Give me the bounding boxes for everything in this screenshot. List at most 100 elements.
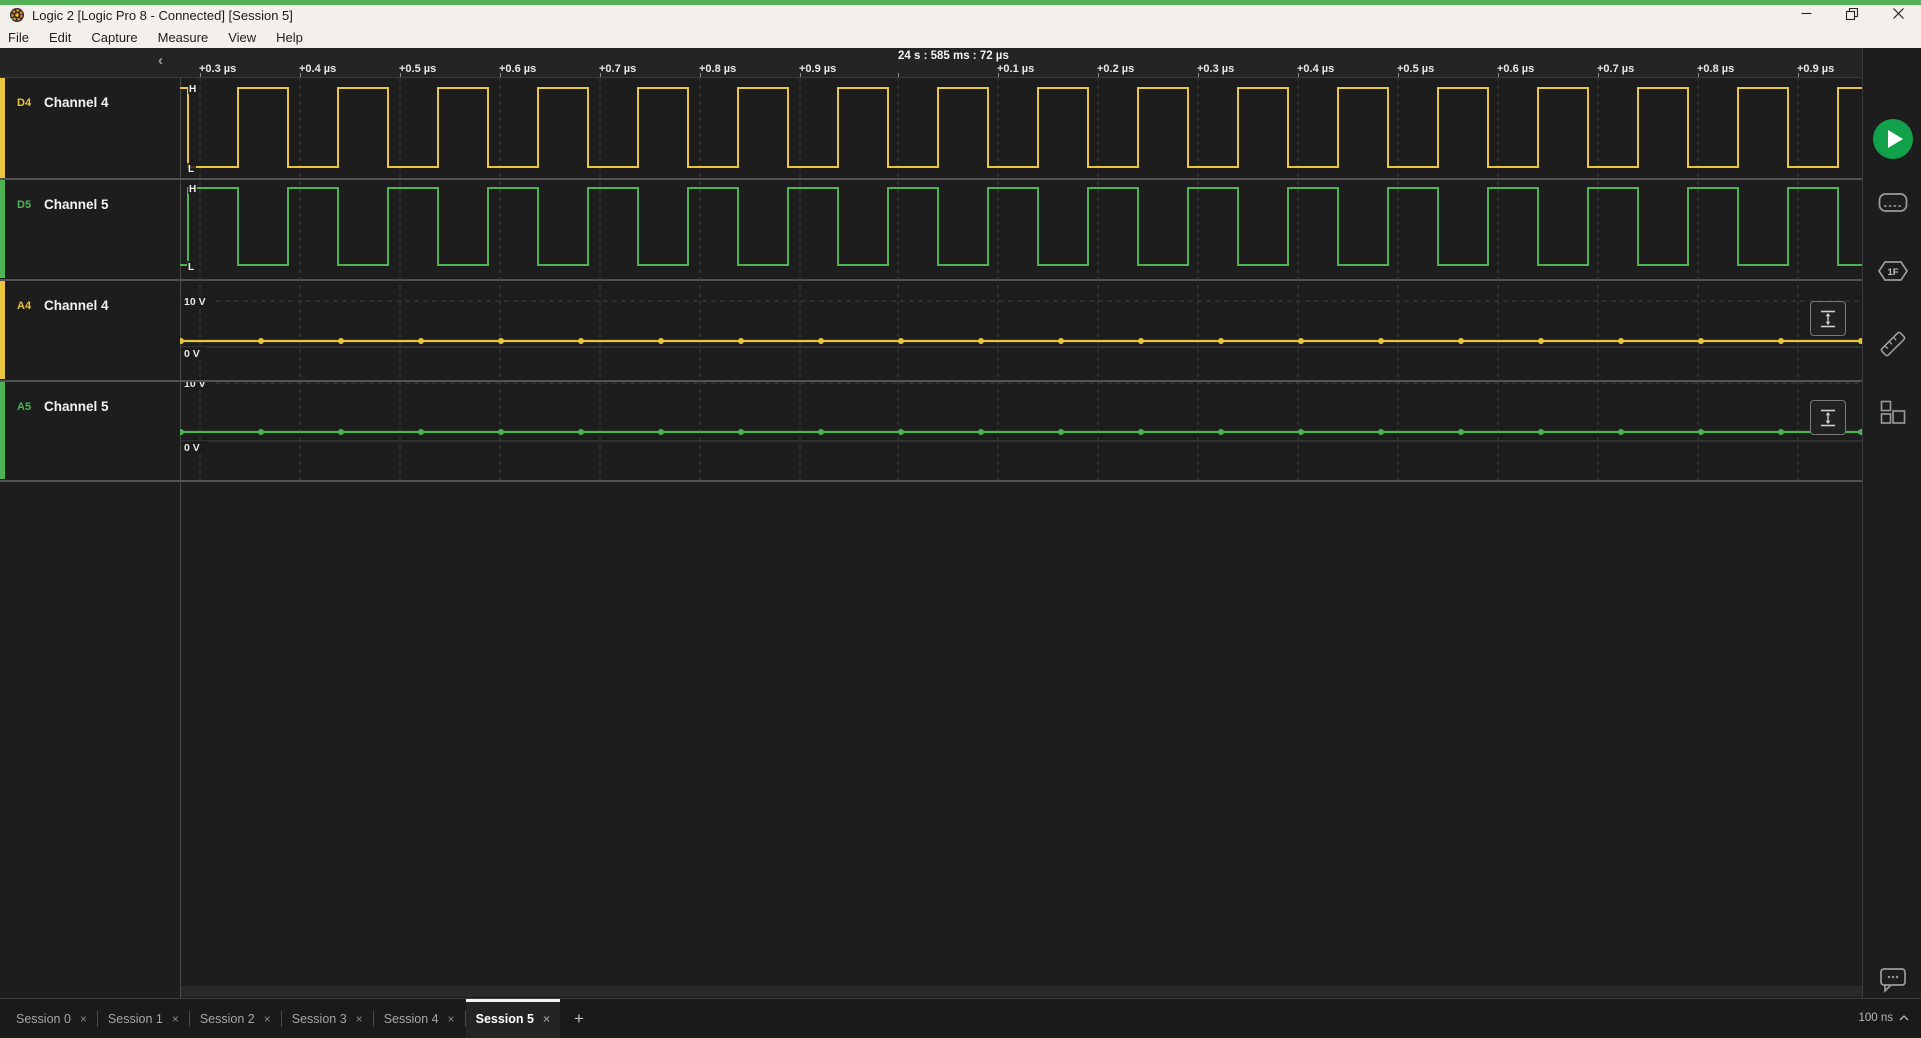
session-tab-1[interactable]: Session 1 × bbox=[98, 999, 189, 1038]
level-marker-label: H bbox=[189, 184, 196, 195]
channel-color-strip bbox=[0, 78, 5, 178]
session-tab-label: Session 5 bbox=[476, 1012, 534, 1026]
sample-point bbox=[578, 338, 584, 344]
menu-help[interactable]: Help bbox=[266, 27, 313, 48]
ruler-tick-label: +0.4 µs bbox=[1297, 63, 1334, 75]
start-capture-button[interactable] bbox=[1865, 118, 1921, 160]
close-session-icon[interactable]: × bbox=[356, 1012, 363, 1026]
sample-point bbox=[258, 338, 264, 344]
sample-point bbox=[1298, 429, 1304, 435]
sample-point bbox=[1618, 338, 1624, 344]
sample-point bbox=[1298, 338, 1304, 344]
channel-id-a4: A4 bbox=[17, 300, 31, 312]
sample-point bbox=[1218, 338, 1224, 344]
digital-trace-d5[interactable] bbox=[180, 188, 1862, 265]
analog-autoscale-button[interactable] bbox=[1810, 301, 1846, 336]
sample-point bbox=[498, 338, 504, 344]
session-tab-label: Session 4 bbox=[384, 1012, 439, 1026]
add-session-button[interactable]: + bbox=[560, 999, 598, 1038]
session-tab-label: Session 1 bbox=[108, 1012, 163, 1026]
sample-point bbox=[1698, 429, 1704, 435]
chevron-up-icon bbox=[1899, 1015, 1909, 1021]
sample-point bbox=[898, 429, 904, 435]
restore-button[interactable] bbox=[1829, 0, 1875, 27]
session-tab-0[interactable]: Session 0× bbox=[6, 999, 97, 1038]
session-tab-4[interactable]: Session 4 × bbox=[374, 999, 465, 1038]
sample-point bbox=[578, 429, 584, 435]
channel-name[interactable]: Channel 4 bbox=[44, 298, 109, 313]
menu-file[interactable]: File bbox=[0, 27, 39, 48]
close-session-icon[interactable]: × bbox=[264, 1012, 271, 1026]
horizontal-scrollbar[interactable] bbox=[181, 986, 1862, 997]
close-session-icon[interactable]: × bbox=[448, 1012, 455, 1026]
sample-point bbox=[658, 429, 664, 435]
window-title: Logic 2 [Logic Pro 8 - Connected] [Sessi… bbox=[32, 8, 293, 23]
ruler-tick-label: +0.5 µs bbox=[399, 63, 436, 75]
sample-point bbox=[818, 338, 824, 344]
sample-point bbox=[1138, 338, 1144, 344]
row-divider[interactable] bbox=[0, 279, 1862, 281]
sidebar-divider bbox=[1862, 48, 1863, 998]
device-settings-icon[interactable] bbox=[1865, 191, 1921, 215]
row-divider[interactable] bbox=[0, 380, 1862, 382]
digital-trace-d4[interactable] bbox=[180, 88, 1862, 167]
session-tab-label: Session 2 bbox=[200, 1012, 255, 1026]
sample-point bbox=[498, 429, 504, 435]
sample-point bbox=[898, 338, 904, 344]
sample-point bbox=[1378, 429, 1384, 435]
session-tab-5[interactable]: Session 5 × bbox=[466, 999, 560, 1038]
feedback-chat-icon[interactable] bbox=[1865, 967, 1921, 994]
channel-color-strip bbox=[0, 382, 5, 479]
close-session-icon[interactable]: × bbox=[172, 1012, 179, 1026]
row-divider[interactable] bbox=[0, 178, 1862, 180]
right-sidebar: 1F bbox=[1865, 48, 1921, 998]
ruler-tick-label: +0.8 µs bbox=[1697, 63, 1734, 75]
sample-point bbox=[1698, 338, 1704, 344]
sample-point bbox=[258, 429, 264, 435]
close-session-icon[interactable]: × bbox=[543, 1012, 550, 1026]
ruler-tick-label: +0.2 µs bbox=[1097, 63, 1134, 75]
measurements-ruler-icon[interactable] bbox=[1865, 329, 1921, 359]
timeline-ruler[interactable]: ‹ 24 s : 585 ms : 72 µs +0.3 µs+0.4 µs+0… bbox=[0, 48, 1862, 78]
absolute-time-label: 24 s : 585 ms : 72 µs bbox=[898, 50, 1009, 62]
minimize-button[interactable] bbox=[1783, 0, 1829, 27]
ruler-tick-label: +0.7 µs bbox=[599, 63, 636, 75]
autoscale-icon bbox=[1820, 409, 1836, 427]
close-button[interactable] bbox=[1875, 0, 1921, 27]
sample-point bbox=[1458, 338, 1464, 344]
row-divider[interactable] bbox=[0, 480, 1862, 482]
sample-point bbox=[1538, 429, 1544, 435]
channel-name[interactable]: Channel 5 bbox=[44, 197, 109, 212]
close-session-icon[interactable]: × bbox=[80, 1012, 87, 1026]
ruler-tick-label: +0.8 µs bbox=[699, 63, 736, 75]
trigger-settings-icon[interactable]: 1F bbox=[1865, 259, 1921, 283]
channel-name[interactable]: Channel 4 bbox=[44, 95, 109, 110]
sample-point bbox=[1538, 338, 1544, 344]
sample-point bbox=[738, 338, 744, 344]
sample-point bbox=[1458, 429, 1464, 435]
session-tab-3[interactable]: Session 3× bbox=[282, 999, 373, 1038]
sample-point bbox=[1058, 338, 1064, 344]
level-marker-label: L bbox=[188, 164, 194, 175]
level-marker-label: L bbox=[188, 262, 194, 273]
sample-point bbox=[1778, 338, 1784, 344]
ruler-tick-label: +0.9 µs bbox=[1797, 63, 1834, 75]
timing-scale-control[interactable]: 100 ns bbox=[1858, 998, 1909, 1038]
menu-view[interactable]: View bbox=[218, 27, 266, 48]
sample-point bbox=[738, 429, 744, 435]
menubar: FileEditCaptureMeasureViewHelp bbox=[0, 27, 1921, 48]
channel-id-a5: A5 bbox=[17, 401, 31, 413]
sample-point bbox=[978, 338, 984, 344]
menu-measure[interactable]: Measure bbox=[148, 27, 219, 48]
extensions-layout-icon[interactable] bbox=[1865, 400, 1921, 426]
voltage-axis-label: 10 V bbox=[184, 296, 206, 308]
channel-name[interactable]: Channel 5 bbox=[44, 399, 109, 414]
session-tab-2[interactable]: Session 2 × bbox=[190, 999, 281, 1038]
analog-autoscale-button[interactable] bbox=[1810, 400, 1846, 435]
menu-capture[interactable]: Capture bbox=[81, 27, 147, 48]
ruler-tick-label: +0.7 µs bbox=[1597, 63, 1634, 75]
sample-point bbox=[418, 338, 424, 344]
menu-edit[interactable]: Edit bbox=[39, 27, 81, 48]
collapse-panel-icon[interactable]: ‹ bbox=[158, 52, 163, 69]
channel-id-d4: D4 bbox=[17, 97, 31, 109]
